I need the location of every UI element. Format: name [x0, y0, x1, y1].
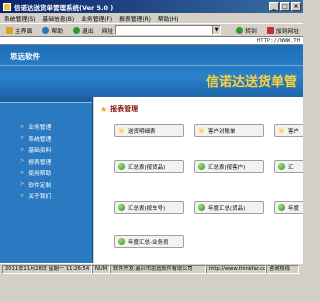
- status-numlock: NUM: [92, 265, 110, 274]
- sidebar-item-system[interactable]: > 系统管理: [20, 133, 92, 145]
- button-label: 送货明细表: [128, 128, 156, 135]
- title-bar: 信诺达送货单管理系统(Ver 5.0 ) _ □ ×: [0, 0, 303, 13]
- chevron-down-icon[interactable]: ▼: [212, 26, 221, 34]
- sidebar-item-reports[interactable]: > 报表管理: [20, 156, 92, 168]
- minimize-button[interactable]: _: [269, 2, 279, 11]
- sidebar-item-label: 系统管理: [28, 136, 52, 143]
- button-label: 汇总表(按客户): [208, 164, 246, 171]
- window-title: 信诺达送货单管理系统(Ver 5.0 ): [14, 3, 114, 12]
- button-label: 汇总表(按货品): [128, 164, 166, 171]
- report-icon: [118, 163, 125, 170]
- exit-label: 退出: [82, 28, 94, 35]
- add-favorite-label: 加到网址: [275, 28, 299, 35]
- menu-help[interactable]: 帮助(H): [158, 14, 178, 23]
- add-favorite-button[interactable]: 加到网址: [263, 24, 303, 37]
- menu-system[interactable]: 系统管理(S): [4, 14, 35, 23]
- sidebar: > 业务管理 > 系统管理 > 基础资料 > 报表管理 > 使用帮助 > 软件定制 > 关于我…: [0, 97, 93, 263]
- section-title: ★ 报表管理: [100, 104, 138, 114]
- arrow-right-icon: >: [20, 158, 25, 165]
- button-label: 客户对账单: [208, 128, 236, 135]
- report-icon: [198, 163, 205, 170]
- app-icon: [3, 2, 11, 11]
- menu-reports[interactable]: 报表管理(R): [119, 14, 151, 23]
- report-annual-product-button[interactable]: 年度汇总(货品): [194, 201, 264, 214]
- sidebar-item-help[interactable]: > 使用帮助: [20, 167, 92, 179]
- status-hotline: 咨询热线: [266, 265, 299, 274]
- address-input[interactable]: ▼: [115, 25, 222, 35]
- report-annual-salesperson-button[interactable]: 年度汇总-业务员: [114, 235, 184, 248]
- sidebar-item-business[interactable]: > 业务管理: [20, 121, 92, 133]
- star-icon: [278, 127, 285, 134]
- help-button[interactable]: 帮助: [38, 24, 67, 37]
- goto-label: 转到: [245, 28, 257, 35]
- arrow-right-icon: >: [20, 169, 25, 176]
- report-annual-button[interactable]: 年度: [274, 201, 303, 214]
- help-label: 帮助: [51, 28, 64, 35]
- favorite-icon: [266, 26, 274, 34]
- exit-button[interactable]: 退出: [69, 24, 98, 37]
- brand-name: 思远软件: [10, 52, 40, 61]
- address-label: 网址: [101, 28, 114, 35]
- help-icon: [42, 26, 50, 34]
- button-label: 年度汇总-业务员: [128, 239, 169, 246]
- maximize-button[interactable]: □: [280, 2, 290, 11]
- report-icon: [118, 204, 125, 211]
- report-summary-by-vehicle-button[interactable]: 汇总表(按车号): [114, 201, 184, 214]
- toolbar: 主界面 帮助 退出 网址 ▼ 转到 加到网址: [0, 23, 303, 37]
- home-button[interactable]: 主界面: [2, 24, 36, 37]
- goto-button[interactable]: 转到: [232, 24, 261, 37]
- report-summary-button[interactable]: 汇: [274, 160, 303, 173]
- star-icon: ★: [100, 104, 108, 114]
- arrow-right-icon: >: [20, 123, 25, 130]
- url-display: HTTP://WWW.TH: [0, 37, 303, 45]
- goto-icon: [236, 26, 244, 34]
- sidebar-item-about[interactable]: > 关于我们: [20, 190, 92, 202]
- sidebar-item-label: 基础资料: [28, 148, 52, 155]
- status-developer: 软件开发:嘉兴市思远软件有限公司: [110, 265, 206, 274]
- star-icon: [198, 127, 205, 134]
- banner-title: 信诺达送货单管: [206, 75, 298, 90]
- menu-business[interactable]: 业务管理(F): [81, 14, 112, 23]
- report-summary-by-product-button[interactable]: 汇总表(按货品): [114, 160, 184, 173]
- button-label: 汇总表(按车号): [128, 205, 166, 212]
- section-title-text: 报表管理: [110, 105, 139, 113]
- arrow-right-icon: >: [20, 135, 25, 142]
- arrow-right-icon: >: [20, 181, 25, 188]
- report-icon: [278, 204, 285, 211]
- header-banner: 思远软件 信诺达送货单管: [0, 45, 303, 97]
- report-customer-statement-button[interactable]: 客户对账单: [194, 124, 264, 137]
- home-icon: [6, 26, 13, 34]
- status-bar: 2011年11月28日 星期一 11:26:54 NUM 软件开发:嘉兴市思远软…: [0, 263, 303, 302]
- home-label: 主界面: [15, 28, 33, 35]
- report-icon: [278, 163, 285, 170]
- sidebar-item-label: 使用帮助: [28, 171, 52, 178]
- exit-icon: [73, 26, 81, 34]
- menu-bar: 系统管理(S) 基础信息(B) 业务管理(F) 报表管理(R) 帮助(H): [0, 13, 303, 23]
- sidebar-item-label: 报表管理: [28, 159, 52, 166]
- sidebar-item-label: 关于我们: [28, 194, 52, 201]
- sidebar-item-label: 软件定制: [28, 182, 52, 189]
- sidebar-item-basic-data[interactable]: > 基础资料: [20, 144, 92, 156]
- arrow-right-icon: >: [20, 146, 25, 153]
- main-panel: ★ 报表管理 送货明细表 客户对账单 客户 汇总表(按货品) 汇总表(按客户) …: [94, 97, 303, 263]
- star-icon: [118, 127, 125, 134]
- arrow-right-icon: >: [20, 192, 25, 199]
- close-button[interactable]: ×: [291, 2, 301, 11]
- button-label: 年度汇总(货品): [208, 205, 246, 212]
- menu-basic-info[interactable]: 基础信息(B): [42, 14, 74, 23]
- report-icon: [118, 238, 125, 245]
- report-customer-button[interactable]: 客户: [274, 124, 303, 137]
- status-website: http://www.thinkfar.com: [206, 265, 266, 274]
- report-icon: [198, 204, 205, 211]
- button-label: 汇: [288, 164, 294, 171]
- button-label: 年度: [288, 205, 300, 212]
- report-summary-by-customer-button[interactable]: 汇总表(按客户): [194, 160, 264, 173]
- status-datetime: 2011年11月28日 星期一 11:26:54: [2, 265, 92, 274]
- sidebar-item-custom[interactable]: > 软件定制: [20, 179, 92, 191]
- button-label: 客户: [288, 128, 300, 135]
- sidebar-item-label: 业务管理: [28, 125, 52, 132]
- report-delivery-detail-button[interactable]: 送货明细表: [114, 124, 184, 137]
